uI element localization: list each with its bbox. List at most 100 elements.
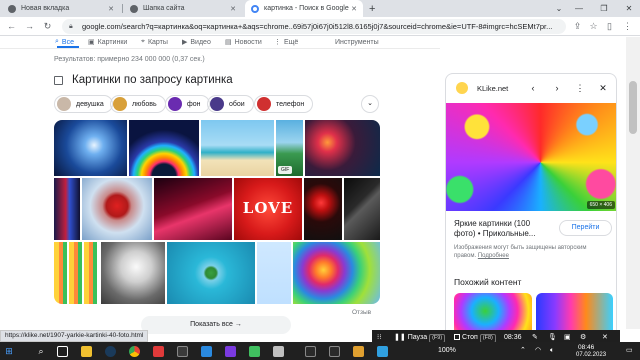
zoom-level[interactable]: 100% <box>438 342 456 360</box>
source-site-name[interactable]: KLike.net <box>477 84 508 93</box>
chip-label: фон <box>187 100 201 108</box>
preview-image[interactable]: 650 × 406 <box>446 103 616 211</box>
scrollbar-thumb[interactable] <box>629 81 637 134</box>
search-tab-news[interactable]: ▤ Новости <box>225 37 262 47</box>
search-tab-more[interactable]: ⋮ Ещё <box>274 37 298 47</box>
search-tools[interactable]: Инструменты <box>335 37 379 47</box>
image-result[interactable] <box>293 242 380 304</box>
address-bar[interactable]: 🔒︎ google.com/search?q=картинка&oq=карти… <box>62 19 566 34</box>
app-icon[interactable] <box>201 346 212 357</box>
app-icon[interactable] <box>177 346 188 357</box>
search-icon[interactable]: ⌕ <box>32 342 50 360</box>
epic-games-icon[interactable] <box>305 346 316 357</box>
tab-site-header[interactable]: Шапка сайта ✕ <box>124 0 242 17</box>
chip-fon[interactable]: фон <box>165 95 210 113</box>
chevron-down-icon[interactable]: ⌄ <box>550 0 568 17</box>
clock-time[interactable]: 08:46 <box>578 344 594 351</box>
app-icon[interactable] <box>377 346 388 357</box>
chip-oboi[interactable]: обои <box>207 95 254 113</box>
minimize-button[interactable]: — <box>570 0 588 17</box>
chip-devushka[interactable]: девушка <box>54 95 113 113</box>
image-result[interactable]: LOVE <box>234 178 302 240</box>
tab-strip: Новая вкладка ✕ Шапка сайта ✕ картинка -… <box>0 0 640 17</box>
close-icon[interactable]: ✕ <box>230 5 236 13</box>
chevron-down-icon[interactable]: ⌄ <box>361 95 379 113</box>
image-size-badge: 650 × 406 <box>586 201 615 209</box>
steam-icon[interactable] <box>105 346 116 357</box>
more-vert-icon[interactable]: ⋮ <box>572 80 588 96</box>
tab-divider <box>122 4 123 13</box>
preview-title[interactable]: Яркие картинки (100 фото) • Прикольные..… <box>454 219 550 239</box>
close-window-button[interactable]: ✕ <box>620 0 638 17</box>
pause-label: Пауза <box>407 334 428 341</box>
chevron-left-icon[interactable]: ‹ <box>525 80 541 96</box>
browser-toolbar: ← → ↻ 🔒︎ google.com/search?q=картинка&oq… <box>0 17 640 36</box>
image-result[interactable] <box>101 242 165 304</box>
tab-google-search[interactable]: картинка - Поиск в Google ✕ <box>245 0 363 17</box>
chip-lyubov[interactable]: любовь <box>110 95 166 113</box>
image-result[interactable] <box>54 178 80 240</box>
feedback-link[interactable]: Отзыв <box>352 309 371 316</box>
share-icon[interactable]: ⇪ <box>570 19 585 34</box>
bookmark-star-icon[interactable]: ☆ <box>586 19 601 34</box>
similar-image[interactable] <box>536 293 613 333</box>
volume-icon[interactable]: 🔈︎ <box>550 342 554 360</box>
task-view-icon[interactable] <box>57 346 68 357</box>
reload-icon[interactable]: ↻ <box>40 19 55 34</box>
address-url: google.com/search?q=картинка&oq=картинка… <box>82 22 553 31</box>
image-result[interactable] <box>154 178 232 240</box>
more-info-link[interactable]: Подробнее <box>478 253 509 259</box>
notification-icon[interactable]: ▭ <box>626 342 633 360</box>
image-result[interactable] <box>129 120 199 176</box>
tab-new-tab[interactable]: Новая вкладка ✕ <box>2 0 120 17</box>
app-icon[interactable] <box>249 346 260 357</box>
search-tab-maps[interactable]: ⌖ Карты <box>141 37 168 47</box>
wifi-icon[interactable]: ◠ <box>535 342 541 360</box>
google-icon <box>251 4 259 13</box>
app-icon[interactable] <box>273 346 284 357</box>
image-result[interactable] <box>54 120 127 176</box>
image-result[interactable] <box>344 178 380 240</box>
search-tab-images[interactable]: ▣ Картинки <box>88 37 127 47</box>
app-icon[interactable] <box>225 346 236 357</box>
app-icon[interactable] <box>353 346 364 357</box>
globe-icon <box>8 4 16 13</box>
similar-image[interactable] <box>454 293 532 333</box>
image-result[interactable] <box>201 120 274 176</box>
close-icon[interactable]: ✕ <box>108 5 114 13</box>
image-result[interactable] <box>82 178 152 240</box>
chevron-right-icon[interactable]: › <box>549 80 565 96</box>
file-explorer-icon[interactable] <box>81 346 92 357</box>
search-tab-label: Картинки <box>97 38 128 46</box>
chip-telefon[interactable]: телефон <box>254 95 314 113</box>
close-icon[interactable]: ✕ <box>595 80 611 96</box>
menu-dots-icon[interactable]: ⋮ <box>620 19 635 34</box>
gif-badge: GIF <box>278 166 293 174</box>
image-result[interactable] <box>54 242 99 304</box>
sidebar-icon[interactable]: ▯ <box>602 19 617 34</box>
chrome-icon[interactable] <box>129 346 140 357</box>
image-result[interactable] <box>305 120 380 176</box>
maximize-button[interactable]: ❐ <box>595 0 613 17</box>
image-result[interactable] <box>257 242 291 304</box>
close-icon[interactable]: ✕ <box>351 5 357 13</box>
search-tab-label: Карты <box>147 38 168 46</box>
visit-button[interactable]: Перейти <box>559 220 612 236</box>
forward-icon[interactable]: → <box>22 19 37 34</box>
windows-start-icon[interactable]: ⊞ <box>0 342 18 360</box>
new-tab-button[interactable]: + <box>366 0 382 17</box>
app-icon[interactable] <box>329 346 340 357</box>
divider <box>0 48 440 49</box>
tab-label: Шапка сайта <box>143 5 185 12</box>
chevron-up-icon[interactable]: ⌃ <box>520 342 526 360</box>
results-stats: Результатов: примерно 234 000 000 (0,37 … <box>54 56 205 63</box>
image-result[interactable] <box>167 242 255 304</box>
search-tab-video[interactable]: ▶ Видео <box>182 37 211 47</box>
image-icon: ▣ <box>88 39 95 46</box>
back-icon[interactable]: ← <box>4 19 19 34</box>
tab-label: картинка - Поиск в Google <box>264 5 349 12</box>
clock-date[interactable]: 07.02.2023 <box>576 352 606 359</box>
app-icon[interactable] <box>153 346 164 357</box>
image-result[interactable] <box>304 178 342 240</box>
show-all-button[interactable]: Показать все → <box>141 316 291 334</box>
